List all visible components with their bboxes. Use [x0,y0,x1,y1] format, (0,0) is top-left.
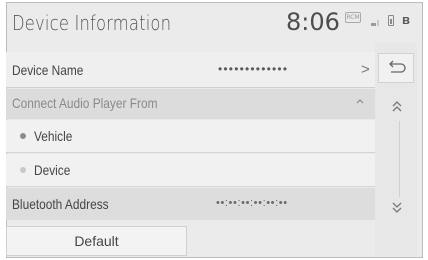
connect-audio-player-header[interactable]: Connect Audio Player From [6,89,379,119]
chevron-right-icon: > [361,61,370,78]
back-arrow-icon [389,60,406,73]
status-badge: RCM [345,12,361,23]
page-title: Device Information [12,11,172,35]
radio-unselected-icon [20,167,26,173]
option-vehicle[interactable]: Vehicle [6,120,379,153]
clock: 8:06 [286,8,340,36]
radio-selected-icon [20,133,26,139]
back-button[interactable] [378,53,414,83]
connect-audio-player-label: Connect Audio Player From [12,95,158,111]
bluetooth-address-label: Bluetooth Address [12,196,109,212]
option-device-label: Device [34,162,71,178]
bluetooth-address-row: Bluetooth Address ••:••:••:••:••:•• [6,188,379,220]
device-name-row[interactable]: Device Name ••••••••••••• > [6,52,379,88]
bluetooth-address-value: ••:••:••:••:••:•• [216,197,288,209]
battery-icon [388,15,394,26]
scroll-down-button[interactable] [390,200,404,216]
device-name-label: Device Name [12,62,84,78]
scroll-up-button[interactable] [390,98,404,114]
option-device[interactable]: Device [6,154,379,187]
chevron-up-icon [356,99,364,104]
scrollbar-track[interactable] [399,121,400,197]
signal-bar-icon [377,20,379,26]
default-button-label: Default [74,233,119,249]
default-button[interactable]: Default [6,226,187,256]
header: Device Information 8:06 RCM ʙ [6,2,423,45]
option-vehicle-label: Vehicle [34,128,73,144]
bluetooth-icon: ʙ [402,12,410,27]
device-name-value: ••••••••••••• [218,62,289,76]
signal-icon [371,23,376,26]
